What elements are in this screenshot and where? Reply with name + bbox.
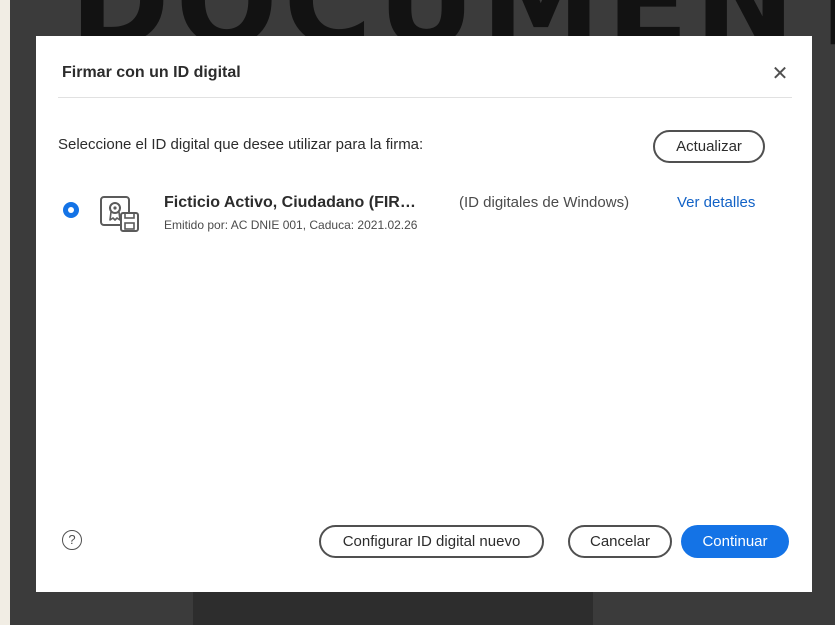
close-icon[interactable]: ✕ — [769, 63, 791, 85]
refresh-button[interactable]: Actualizar — [653, 130, 765, 163]
dialog-title: Firmar con un ID digital — [62, 64, 241, 81]
select-id-prompt: Seleccione el ID digital que desee utili… — [58, 136, 424, 153]
view-details-link[interactable]: Ver detalles — [677, 194, 755, 211]
digital-id-name[interactable]: Ficticio Activo, Ciudadano (FIR… — [164, 194, 416, 212]
continue-button[interactable]: Continuar — [681, 525, 789, 558]
id-radio-button[interactable] — [63, 202, 79, 218]
sign-dialog: Firmar con un ID digital ✕ Seleccione el… — [36, 36, 812, 592]
digital-certificate-icon — [100, 196, 139, 232]
configure-new-id-button[interactable]: Configurar ID digital nuevo — [319, 525, 544, 558]
digital-id-issuer: Emitido por: AC DNIE 001, Caduca: 2021.0… — [164, 218, 418, 232]
digital-id-source: (ID digitales de Windows) — [459, 194, 630, 211]
header-divider — [58, 97, 792, 98]
cancel-button[interactable]: Cancelar — [568, 525, 672, 558]
document-strip — [193, 590, 593, 625]
help-icon[interactable]: ? — [62, 530, 82, 550]
